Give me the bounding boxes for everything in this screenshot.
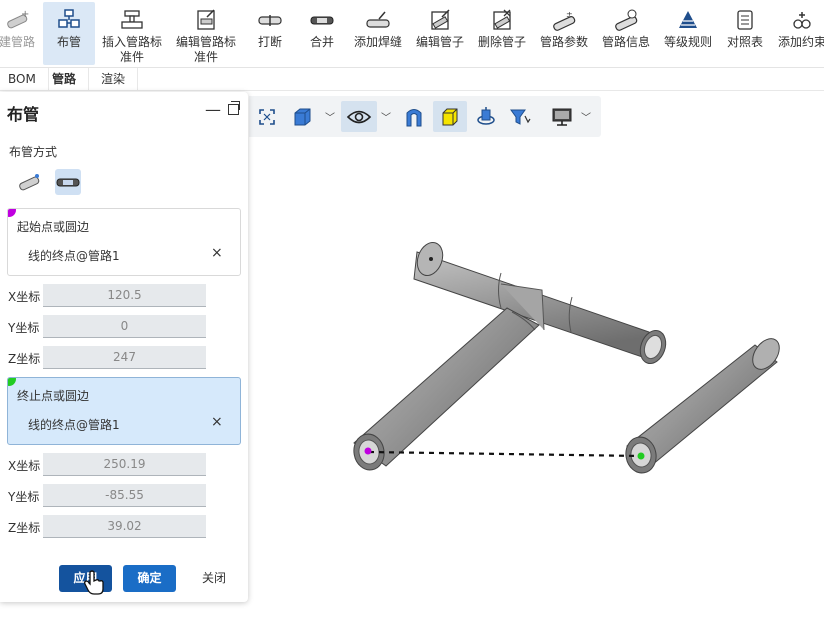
lookup-table-button[interactable]: 对照表 — [724, 2, 766, 65]
grade-rules-button[interactable]: 等级规则 — [662, 2, 714, 65]
chevron-down-icon: ﹀ — [381, 113, 391, 124]
edit-pipe-button[interactable]: 编辑管子 — [414, 2, 466, 65]
routing-mode-label: 布管方式 — [9, 145, 58, 159]
insert-fitting-icon — [118, 7, 146, 33]
route-info-button[interactable]: 管路信息 — [600, 2, 652, 65]
end-point-value: 线的终点@管路1 — [28, 418, 120, 432]
end-color-marker — [8, 378, 16, 386]
clear-start-icon[interactable]: × — [211, 245, 223, 261]
filter-icon[interactable] — [507, 101, 535, 132]
route-pipe-panel: 布管 — 布管方式 起始点或圆边 线的终点@管路1 × X坐标 120.5 Y坐… — [0, 92, 248, 602]
start-y-field[interactable]: 0 — [43, 315, 206, 338]
end-point-label: 终止点或圆边 — [17, 389, 90, 403]
route-params-button[interactable]: ± 管路参数 — [538, 2, 590, 65]
constraint-icon — [788, 7, 816, 33]
chevron-down-icon: ﹀ — [581, 113, 591, 124]
start-y-row: Y坐标 0 — [8, 315, 208, 339]
start-color-marker — [8, 209, 16, 217]
hand-cursor-icon — [84, 570, 104, 595]
start-point-selector[interactable]: 起始点或圆边 线的终点@管路1 × — [7, 208, 241, 276]
ok-button[interactable]: 确定 — [123, 565, 176, 592]
edit-fitting-icon — [192, 7, 220, 33]
add-weld-button[interactable]: 添加焊缝 — [352, 2, 404, 65]
start-x-row: X坐标 120.5 — [8, 284, 208, 308]
ribbon-tabs: BOM 管路 渲染 — [0, 68, 824, 91]
start-y-label: Y坐标 — [8, 321, 40, 335]
section-view-icon[interactable] — [401, 101, 427, 132]
table-icon — [731, 7, 759, 33]
route-preview-line — [368, 450, 642, 458]
end-z-row: Z坐标 39.02 — [8, 515, 208, 539]
end-z-field[interactable]: 39.02 — [43, 515, 206, 538]
ribbon-toolbar: + 建管路 布管 插入管路标 准件 编辑管路标 准件 打断 合并 添加焊缝 编辑… — [0, 0, 824, 68]
pipe-straight-icon — [56, 178, 80, 187]
start-z-row: Z坐标 247 — [8, 346, 208, 370]
view-toolbar: ﹀ ﹀ ﹀ — [249, 96, 601, 137]
pipe-point-icon — [19, 174, 40, 191]
merge-button[interactable]: 合并 — [302, 2, 342, 65]
svg-text:±: ± — [566, 10, 573, 19]
visibility-eye-icon[interactable] — [341, 101, 377, 132]
explode-view-icon[interactable] — [473, 101, 499, 132]
end-x-row: X坐标 250.19 — [8, 453, 208, 477]
start-point-value: 线的终点@管路1 — [28, 249, 120, 263]
end-z-label: Z坐标 — [8, 521, 41, 535]
route-params-icon: ± — [550, 7, 578, 33]
view-cube-dropdown[interactable]: ﹀ — [323, 101, 337, 132]
end-point-marker — [637, 452, 645, 460]
pipe-plus-icon: + — [3, 7, 31, 33]
weld-icon — [364, 7, 392, 33]
route-pipe-icon — [55, 7, 83, 33]
route-info-icon — [612, 7, 640, 33]
end-y-label: Y坐标 — [8, 490, 40, 504]
mode-pipe-button[interactable] — [55, 169, 81, 195]
panel-title: 布管 — [7, 105, 40, 124]
shaded-mode-icon[interactable] — [433, 101, 467, 132]
end-point-selector[interactable]: 终止点或圆边 线的终点@管路1 × — [7, 377, 241, 445]
view-cube-icon[interactable] — [289, 101, 315, 132]
add-constraint-button[interactable]: 添加约束 — [776, 2, 824, 65]
end-x-field[interactable]: 250.19 — [43, 453, 206, 476]
end-y-row: Y坐标 -85.55 — [8, 484, 208, 508]
start-x-field[interactable]: 120.5 — [43, 284, 206, 307]
start-point-label: 起始点或圆边 — [17, 220, 90, 234]
start-point-marker — [364, 447, 372, 455]
delete-pipe-icon — [488, 7, 516, 33]
pipe-branch[interactable] — [351, 307, 540, 472]
start-z-field[interactable]: 247 — [43, 346, 206, 369]
end-y-field[interactable]: -85.55 — [43, 484, 206, 507]
chevron-down-icon: ﹀ — [325, 113, 335, 124]
minimize-icon[interactable]: — — [205, 100, 221, 119]
tab-piping[interactable]: 管路 — [40, 68, 90, 90]
pyramid-icon — [674, 7, 702, 33]
display-settings-icon[interactable] — [549, 101, 575, 132]
visibility-dropdown[interactable]: ﹀ — [379, 101, 393, 132]
break-icon — [256, 7, 284, 33]
merge-icon — [308, 7, 336, 33]
display-settings-dropdown[interactable]: ﹀ — [579, 101, 593, 132]
break-button[interactable]: 打断 — [250, 2, 290, 65]
tab-render[interactable]: 渲染 — [89, 68, 139, 90]
start-x-label: X坐标 — [8, 290, 41, 304]
clear-end-icon[interactable]: × — [211, 414, 223, 430]
svg-text:+: + — [21, 9, 29, 20]
edit-fitting-button[interactable]: 编辑管路标 准件 — [172, 2, 240, 65]
mode-point-to-point-button[interactable] — [16, 169, 42, 195]
fit-view-icon[interactable] — [255, 101, 279, 132]
delete-pipe-button[interactable]: 删除管子 — [476, 2, 528, 65]
restore-window-icon[interactable] — [228, 101, 240, 115]
insert-fitting-button[interactable]: 插入管路标 准件 — [100, 2, 164, 65]
pipe-main-run[interactable] — [413, 239, 670, 367]
close-button[interactable]: 关闭 — [193, 565, 235, 592]
end-x-label: X坐标 — [8, 459, 41, 473]
route-pipe-button[interactable]: 布管 — [43, 2, 95, 65]
edit-pipe-icon — [426, 7, 454, 33]
start-z-label: Z坐标 — [8, 352, 41, 366]
new-route-button[interactable]: + 建管路 — [0, 2, 38, 65]
3d-viewport[interactable] — [249, 140, 824, 614]
